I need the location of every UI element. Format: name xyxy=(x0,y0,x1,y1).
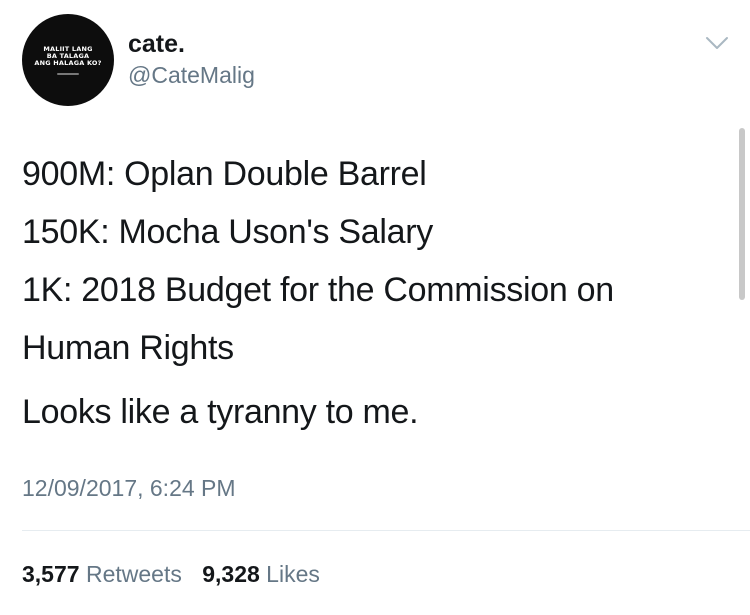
author-handle[interactable]: @CateMalig xyxy=(128,61,255,89)
tweet-text-line: 900M: Oplan Double Barrel xyxy=(22,155,427,193)
retweets-stat[interactable]: 3,577 Retweets xyxy=(22,559,182,589)
tweet-menu-button[interactable] xyxy=(703,32,731,54)
author-display-name[interactable]: cate. xyxy=(128,29,185,59)
tweet-card: MALIIT LANG BA TALAGA ANG HALAGA KO? cat… xyxy=(0,0,750,615)
avatar[interactable]: MALIIT LANG BA TALAGA ANG HALAGA KO? xyxy=(22,14,114,106)
tweet-stats: 3,577 Retweets 9,328 Likes xyxy=(22,559,334,589)
tweet-text-line: 150K: Mocha Uson's Salary xyxy=(22,213,433,251)
tweet-closing-line: Looks like a tyranny to me. xyxy=(22,393,419,431)
avatar-text-line: ANG HALAGA KO? xyxy=(34,58,102,67)
tweet-text-line: 1K: 2018 Budget for the Commission on xyxy=(22,271,614,309)
avatar-mark xyxy=(57,72,79,75)
retweets-count: 3,577 xyxy=(22,561,80,587)
tweet-text: 900M: Oplan Double Barrel 150K: Mocha Us… xyxy=(22,145,712,441)
tweet-text-line: Human Rights xyxy=(22,329,234,367)
likes-stat[interactable]: 9,328 Likes xyxy=(202,559,320,589)
retweets-label: Retweets xyxy=(85,561,182,587)
scrollbar[interactable] xyxy=(739,128,745,300)
likes-count: 9,328 xyxy=(202,561,260,587)
tweet-timestamp[interactable]: 12/09/2017, 6:24 PM xyxy=(22,473,236,503)
divider xyxy=(22,530,750,531)
likes-label: Likes xyxy=(266,561,320,587)
chevron-down-icon xyxy=(706,37,728,49)
